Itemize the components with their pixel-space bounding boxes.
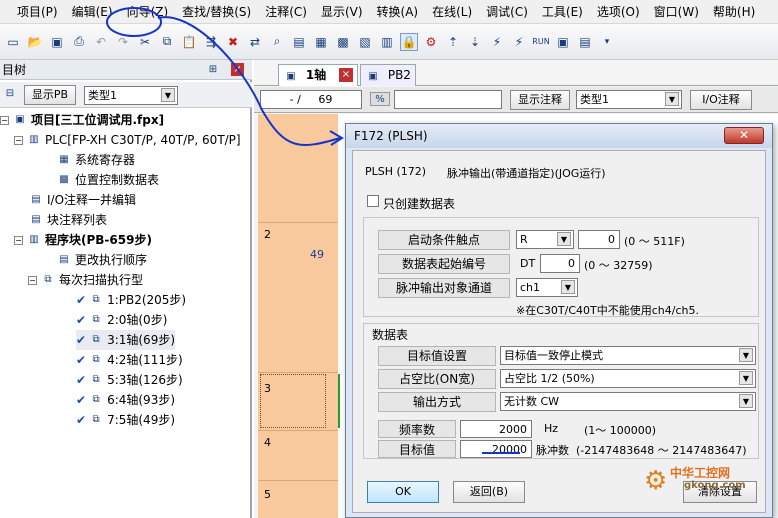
annotation-arrowhead [329, 130, 344, 146]
annotation-circle [106, 7, 162, 37]
annotation-arrow [157, 16, 341, 146]
annotation-layer [106, 7, 520, 454]
